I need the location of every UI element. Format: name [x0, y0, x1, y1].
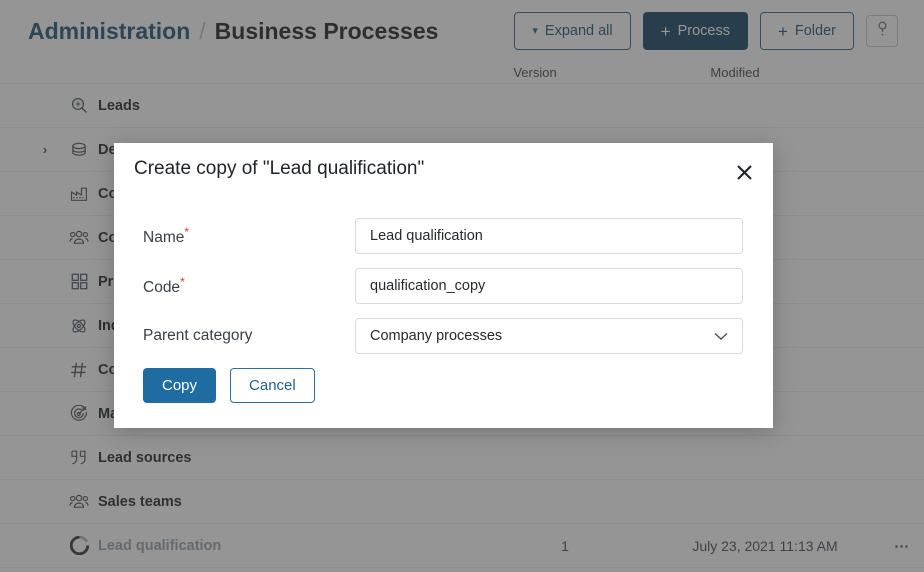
copy-button[interactable]: Copy	[143, 368, 217, 403]
code-input[interactable]: qualification_copy	[355, 268, 743, 304]
form-row-code: Code* qualification_copy	[114, 261, 773, 311]
form-row-name: Name* Lead qualification	[114, 211, 773, 261]
code-label-text: Code	[143, 279, 181, 297]
copy-form: Name* Lead qualification Code* qualifica…	[114, 211, 773, 361]
close-icon[interactable]	[729, 157, 759, 187]
parent-category-select[interactable]: Company processes	[355, 318, 743, 354]
parent-category-label: Parent category	[143, 327, 253, 344]
name-input-value: Lead qualification	[370, 228, 483, 244]
app-root: Administration / Business Processes ▾ Ex…	[0, 0, 924, 572]
name-label: Name*	[143, 225, 355, 247]
required-asterisk: *	[180, 274, 185, 289]
parent-category-value: Company processes	[370, 328, 503, 344]
required-asterisk: *	[184, 224, 190, 239]
code-label: Code*	[143, 275, 355, 297]
form-row-parent-category: Parent category Company processes	[114, 311, 773, 361]
chevron-down-icon	[714, 329, 728, 344]
code-input-value: qualification_copy	[370, 278, 486, 294]
name-input[interactable]: Lead qualification	[355, 218, 743, 254]
dialog-title: Create copy of "Lead qualification"	[134, 158, 425, 179]
name-label-text: Name	[143, 229, 185, 247]
create-copy-dialog: Create copy of "Lead qualification" Name…	[114, 143, 773, 428]
cancel-button[interactable]: Cancel	[230, 368, 315, 403]
dialog-actions: Copy Cancel	[143, 368, 315, 403]
